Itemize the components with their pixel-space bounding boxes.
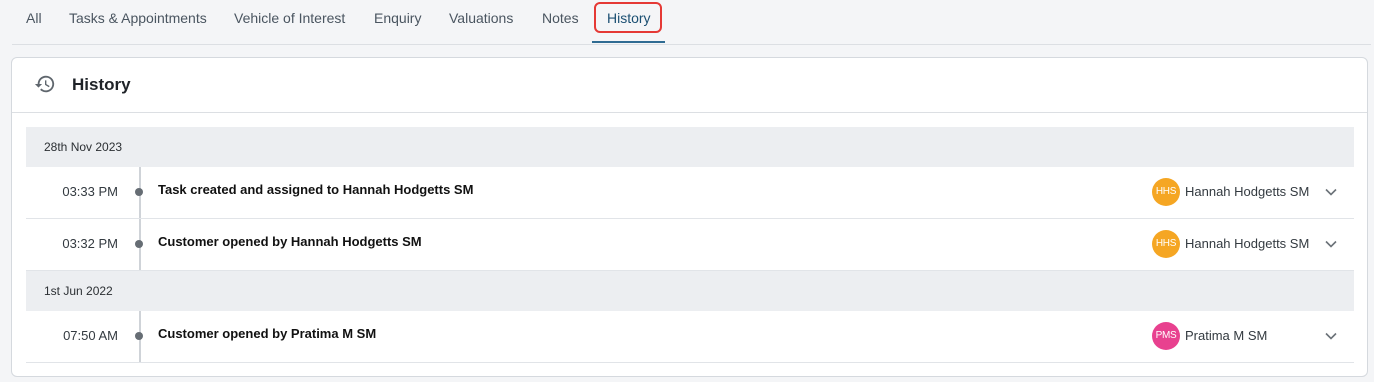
entry-description: Customer opened by Pratima M SM <box>158 326 377 341</box>
history-card: History 28th Nov 2023 03:33 PM Task crea… <box>11 57 1368 377</box>
chevron-down-icon[interactable] <box>1324 237 1338 251</box>
history-entry: 07:50 AM Customer opened by Pratima M SM… <box>26 311 1354 363</box>
history-entry: 03:32 PM Customer opened by Hannah Hodge… <box>26 219 1354 271</box>
tab-notes[interactable]: Notes <box>542 0 579 43</box>
entry-time: 07:50 AM <box>63 328 118 343</box>
avatar: PMS <box>1152 322 1180 350</box>
entry-time: 03:33 PM <box>62 184 118 199</box>
history-entry: 03:33 PM Task created and assigned to Ha… <box>26 167 1354 219</box>
entry-user: Pratima M SM <box>1185 328 1268 343</box>
timeline-dot <box>135 332 143 340</box>
entry-user: Hannah Hodgetts SM <box>1185 236 1310 251</box>
card-title: History <box>72 75 131 94</box>
tab-valuations[interactable]: Valuations <box>449 0 513 43</box>
chevron-down-icon[interactable] <box>1324 185 1338 199</box>
tab-bar: All Tasks & Appointments Vehicle of Inte… <box>12 0 1371 45</box>
date-group-header: 28th Nov 2023 <box>26 127 1354 167</box>
tab-tasks-appointments[interactable]: Tasks & Appointments <box>69 0 207 43</box>
entry-description: Customer opened by Hannah Hodgetts SM <box>158 234 422 249</box>
entry-user: Hannah Hodgetts SM <box>1185 184 1310 199</box>
chevron-down-icon[interactable] <box>1324 329 1338 343</box>
tab-vehicle-of-interest[interactable]: Vehicle of Interest <box>234 0 345 43</box>
tab-all[interactable]: All <box>26 0 42 43</box>
active-tab-underline <box>592 41 665 43</box>
card-header: History <box>12 58 1367 113</box>
tab-history[interactable]: History <box>607 0 651 43</box>
timeline-dot <box>135 240 143 248</box>
timeline-dot <box>135 188 143 196</box>
entry-description: Task created and assigned to Hannah Hodg… <box>158 182 474 197</box>
history-icon <box>34 75 55 93</box>
avatar: HHS <box>1152 178 1180 206</box>
date-group-header: 1st Jun 2022 <box>26 271 1354 311</box>
avatar: HHS <box>1152 230 1180 258</box>
tab-enquiry[interactable]: Enquiry <box>374 0 421 43</box>
entry-time: 03:32 PM <box>62 236 118 251</box>
